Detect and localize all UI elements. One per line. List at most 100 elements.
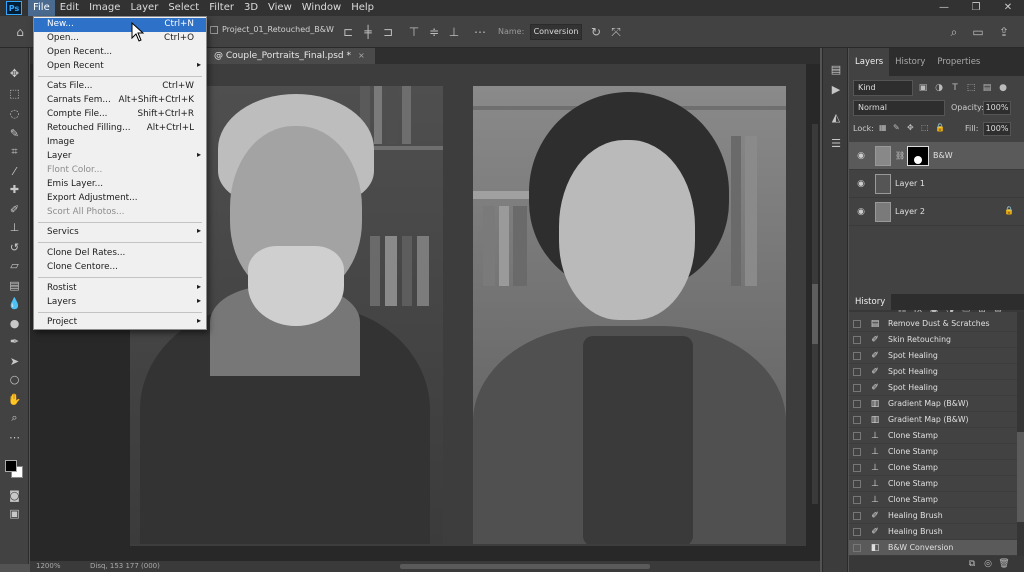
menu-item-servics[interactable]: Servics ▸ xyxy=(34,226,206,240)
align-left-icon[interactable]: ⊏ xyxy=(340,24,356,40)
menu-image[interactable]: Image xyxy=(84,0,125,16)
history-step[interactable]: ⊥ Clone Stamp xyxy=(849,492,1024,508)
search-icon[interactable]: ⌕ xyxy=(946,24,962,40)
document-tab[interactable]: @ Couple_Portraits_Final.psd * × xyxy=(206,48,375,64)
close-tab-icon[interactable]: × xyxy=(358,48,365,64)
canvas-vertical-scrollbar[interactable] xyxy=(812,124,818,504)
menu-item-clone-centore[interactable]: Clone Centore... xyxy=(34,261,206,275)
eyedropper-icon[interactable]: ⁄ xyxy=(6,164,23,180)
history-scrollbar[interactable] xyxy=(1017,312,1024,556)
tab-history[interactable]: History xyxy=(889,48,931,76)
tab-layers[interactable]: Layers xyxy=(849,48,890,76)
align-middle-icon[interactable]: ≑ xyxy=(426,24,442,40)
quick-select-icon[interactable]: ✎ xyxy=(6,126,23,142)
align-top-icon[interactable]: ⊤ xyxy=(406,24,422,40)
eye-icon[interactable]: ◉ xyxy=(855,178,867,190)
zoom-level[interactable]: 1200% xyxy=(36,561,60,572)
more-tools-icon[interactable]: ⋯ xyxy=(6,430,23,446)
brush-tool-icon[interactable]: ✐ xyxy=(6,202,23,218)
menu-item-export-adjustment[interactable]: Export Adjustment... xyxy=(34,192,206,206)
history-step[interactable]: ✐ Healing Brush xyxy=(849,508,1024,524)
portrait-woman-photo[interactable] xyxy=(473,86,786,544)
menu-item-clone-del-rates[interactable]: Clone Del Rates... xyxy=(34,247,206,261)
menu-window[interactable]: Window xyxy=(297,0,346,16)
distribute-icon[interactable]: ⋯ xyxy=(472,24,488,40)
layer-mask-thumbnail[interactable] xyxy=(907,146,929,166)
snapshot-icon[interactable]: ◎ xyxy=(980,559,996,569)
canvas-horizontal-scrollbar[interactable] xyxy=(400,564,650,569)
actions-panel-icon[interactable]: ▶ xyxy=(827,82,845,98)
tab-properties[interactable]: Properties xyxy=(931,48,986,76)
history-step[interactable]: ✐ Spot Healing xyxy=(849,380,1024,396)
lock-transparent-icon[interactable]: ▦ xyxy=(879,123,887,132)
foreground-color-swatch[interactable] xyxy=(5,460,17,472)
layer-row-bw[interactable]: ◉ ⛓ B&W xyxy=(849,142,1024,170)
history-step[interactable]: ⊥ Clone Stamp xyxy=(849,428,1024,444)
tab-history-panel[interactable]: History xyxy=(849,294,892,310)
menu-item-layer[interactable]: Layer ▸ xyxy=(34,150,206,164)
menu-edit[interactable]: Edit xyxy=(55,0,84,16)
zoom-tool-icon[interactable]: ⌕ xyxy=(6,410,23,426)
opacity-input[interactable]: 100% xyxy=(983,101,1011,115)
menu-item-layers[interactable]: Layers ▸ xyxy=(34,296,206,310)
rotate-icon[interactable]: ↻ xyxy=(588,24,604,40)
history-brush-icon[interactable]: ↺ xyxy=(6,240,23,256)
layer-row-layer-1[interactable]: ◉ Layer 1 xyxy=(849,170,1024,198)
hand-tool-icon[interactable]: ✋ xyxy=(6,392,23,408)
menu-file[interactable]: File xyxy=(28,0,55,16)
history-step[interactable]: ▥ Gradient Map (B&W) xyxy=(849,396,1024,412)
eye-icon[interactable]: ◉ xyxy=(855,150,867,162)
filter-type-icon[interactable]: T xyxy=(949,82,961,94)
blur-tool-icon[interactable]: 💧 xyxy=(6,296,23,312)
healing-brush-icon[interactable]: ✚ xyxy=(6,182,23,198)
layer-row-layer-2[interactable]: ◉ Layer 2 🔒 xyxy=(849,198,1024,226)
move-tool-icon[interactable]: ✥ xyxy=(6,66,23,82)
history-step[interactable]: ✐ Skin Retouching xyxy=(849,332,1024,348)
name-field[interactable]: Conversion xyxy=(530,24,582,40)
menu-item-rostist[interactable]: Rostist ▸ xyxy=(34,282,206,296)
filter-toggle-icon[interactable]: ● xyxy=(997,82,1009,94)
artboard[interactable] xyxy=(130,64,806,546)
path-select-icon[interactable]: ➤ xyxy=(6,354,23,370)
auto-select-checkbox[interactable] xyxy=(210,25,218,34)
restore-button[interactable]: ❐ xyxy=(960,0,992,16)
menu-item-open[interactable]: Open... Ctrl+O xyxy=(34,32,206,46)
auto-select-layer[interactable]: Project_01_Retouched_B&W xyxy=(210,25,334,34)
menu-view[interactable]: View xyxy=(263,0,297,16)
link-icon[interactable]: ⛓ xyxy=(895,151,905,160)
menu-item-emis-layer[interactable]: Emis Layer... xyxy=(34,178,206,192)
crop-tool-icon[interactable]: ⌗ xyxy=(6,144,23,160)
eraser-tool-icon[interactable]: ▱ xyxy=(6,258,23,274)
kind-filter-select[interactable]: Kind xyxy=(853,80,913,96)
history-step[interactable]: ✐ Healing Brush xyxy=(849,524,1024,540)
lock-artboard-icon[interactable]: ⬚ xyxy=(921,123,929,132)
menu-3d[interactable]: 3D xyxy=(239,0,263,16)
eye-icon[interactable]: ◉ xyxy=(855,206,867,218)
dodge-tool-icon[interactable]: ● xyxy=(6,316,23,332)
menu-select[interactable]: Select xyxy=(163,0,204,16)
menu-layer[interactable]: Layer xyxy=(125,0,163,16)
menu-help[interactable]: Help xyxy=(346,0,379,16)
minimize-button[interactable]: — xyxy=(928,0,960,16)
menu-item-new[interactable]: New... Ctrl+N xyxy=(34,18,206,32)
menu-item-carnats-fem[interactable]: Carnats Fem... Alt+Shift+Ctrl+K xyxy=(34,94,206,108)
properties-panel-icon[interactable]: ☰ xyxy=(827,136,845,152)
align-center-icon[interactable]: ╪ xyxy=(360,24,376,40)
align-bottom-icon[interactable]: ⊥ xyxy=(446,24,462,40)
filter-smart-object-icon[interactable]: ▤ xyxy=(981,82,993,94)
filter-adjustment-icon[interactable]: ◑ xyxy=(933,82,945,94)
new-document-from-state-icon[interactable]: ⧉ xyxy=(964,559,980,569)
share-icon[interactable]: ⇪ xyxy=(996,24,1012,40)
fill-input[interactable]: 100% xyxy=(983,122,1011,136)
align-right-icon[interactable]: ⊐ xyxy=(380,24,396,40)
gradient-tool-icon[interactable]: ▤ xyxy=(6,278,23,294)
workspace-icon[interactable]: ▭ xyxy=(970,24,986,40)
menu-item-retouched-filling[interactable]: Retouched Filling... Alt+Ctrl+L xyxy=(34,122,206,136)
history-panel-icon[interactable]: ▤ xyxy=(827,62,845,78)
menu-item-image[interactable]: Image xyxy=(34,136,206,150)
marquee-tool-icon[interactable]: ⬚ xyxy=(6,86,23,102)
delete-state-icon[interactable]: 🗑 xyxy=(996,559,1012,569)
pen-tool-icon[interactable]: ✒ xyxy=(6,334,23,350)
quick-mask-icon[interactable]: ◙ xyxy=(6,488,23,504)
history-step[interactable]: ✐ Spot Healing xyxy=(849,348,1024,364)
